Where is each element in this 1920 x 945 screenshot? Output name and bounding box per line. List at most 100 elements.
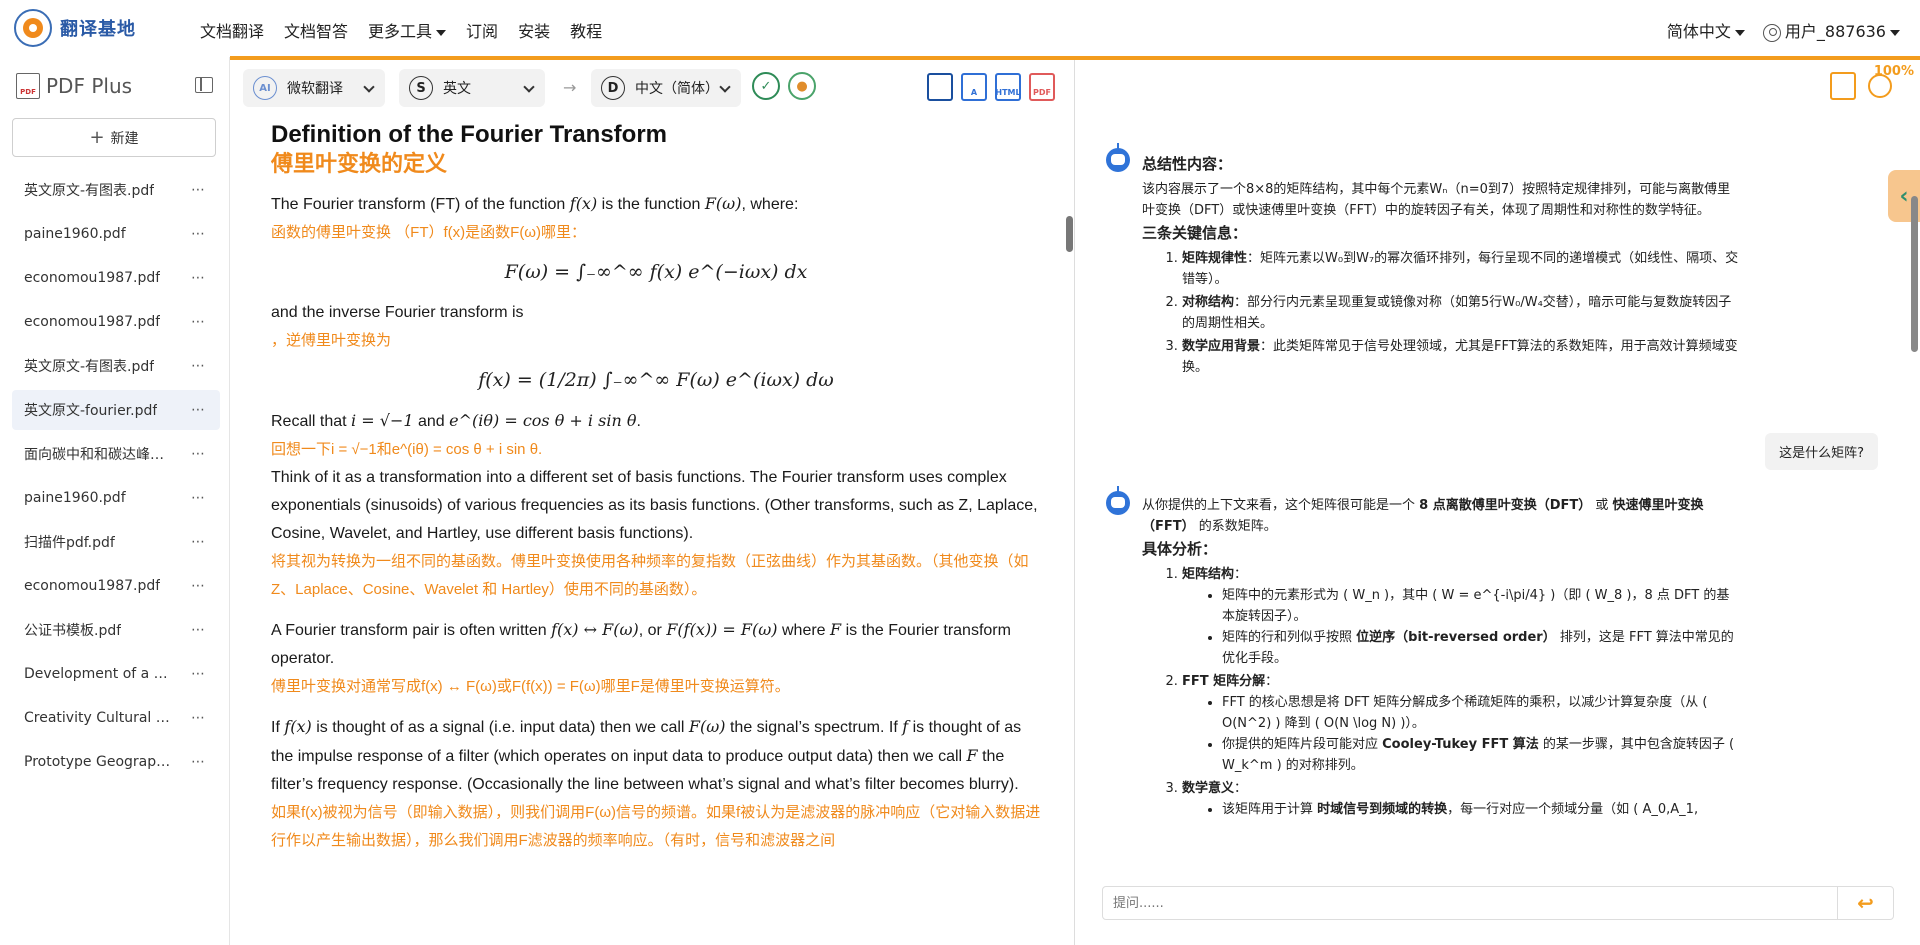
analysis-list: 矩阵结构： 矩阵中的元素形式为 ( W_n )，其中 ( W = e^{-i\p… [1182, 564, 1742, 820]
bold-text: 数学意义 [1182, 781, 1235, 796]
more-options-icon[interactable]: ⋯ [191, 534, 206, 550]
list-item: 对称结构：部分行内元素呈现重复或镜像对称（如第5行W₀/W₄交替），暗示可能与复… [1182, 292, 1742, 334]
list-item: 数学应用背景：此类矩阵常见于信号处理领域，尤其是FFT算法的系数矩阵，用于高效计… [1182, 336, 1742, 378]
nav-more-tools[interactable]: 更多工具 [368, 18, 447, 42]
translate-view-icon[interactable]: A [961, 73, 987, 101]
language-selector[interactable]: 简体中文 [1667, 18, 1745, 42]
file-name: Creativity Cultural Ca… [24, 710, 174, 726]
caret-down-icon [1734, 29, 1745, 36]
brand-logo[interactable]: 翻译基地 [14, 9, 136, 47]
more-options-icon[interactable]: ⋯ [191, 578, 206, 594]
more-options-icon[interactable]: ⋯ [191, 710, 206, 726]
save-icon[interactable] [927, 73, 953, 101]
more-options-icon[interactable]: ⋯ [191, 270, 206, 286]
more-options-icon[interactable]: ⋯ [191, 446, 206, 462]
html-label: HTML [995, 88, 1021, 97]
question-input[interactable] [1103, 887, 1837, 919]
text: Recall that [271, 413, 352, 430]
file-list-item[interactable]: 英文原文-有图表.pdf ⋯ [12, 170, 220, 210]
file-list-item[interactable]: paine1960.pdf ⋯ [12, 214, 220, 254]
more-options-icon[interactable]: ⋯ [191, 182, 206, 198]
text: 你提供的矩阵片段可能对应 [1222, 737, 1383, 752]
document-icon[interactable] [1830, 72, 1856, 100]
file-list-item[interactable]: 扫描件pdf.pdf ⋯ [12, 522, 220, 562]
paragraph-en: The Fourier transform (FT) of the functi… [271, 190, 1041, 219]
file-list-item[interactable]: economou1987.pdf ⋯ [12, 566, 220, 606]
nav-doc-qa[interactable]: 文档智答 [284, 18, 348, 42]
file-list-item[interactable]: 公证书模板.pdf ⋯ [12, 610, 220, 650]
chat-panel: 100% ‹ 总结性内容： 该内容展示了一个8×8的矩阵结构，其中每个元素Wₙ（… [1076, 60, 1920, 945]
collapse-sidebar-icon[interactable] [195, 77, 213, 93]
send-icon: ↩ [1857, 891, 1874, 915]
file-list-item[interactable]: Prototype Geographi… ⋯ [12, 742, 220, 782]
more-options-icon[interactable]: ⋯ [191, 358, 206, 374]
paragraph-zh: 将其视为转换为一组不同的基函数。傅里叶变换使用各种频率的复指数（正弦曲线）作为其… [271, 553, 1029, 598]
file-list-item[interactable]: 面向碳中和和碳达峰… ⋯ [12, 434, 220, 474]
file-list-item[interactable]: 英文原文-有图表.pdf ⋯ [12, 346, 220, 386]
file-list-item[interactable]: Creativity Cultural Ca… ⋯ [12, 698, 220, 738]
more-options-icon[interactable]: ⋯ [191, 754, 206, 770]
more-options-icon[interactable]: ⋯ [191, 402, 206, 418]
export-pdf-icon[interactable]: PDF [1029, 73, 1055, 101]
more-options-icon[interactable]: ⋯ [191, 314, 206, 330]
user-name: 用户_887636 [1784, 22, 1886, 41]
file-list-item[interactable]: economou1987.pdf ⋯ [12, 258, 220, 298]
text: If [271, 719, 285, 736]
new-button[interactable]: + 新建 [12, 118, 216, 157]
paragraph-en: and the inverse Fourier transform is [271, 304, 524, 321]
bold-text: 位逆序（bit-reversed order） [1356, 630, 1556, 645]
file-name: paine1960.pdf [24, 490, 126, 506]
file-list-item[interactable]: Development of a W… ⋯ [12, 654, 220, 694]
nav-install[interactable]: 安装 [518, 18, 550, 42]
engine-select[interactable]: AI 微软翻译 [243, 69, 385, 107]
send-button[interactable]: ↩ [1837, 887, 1893, 919]
target-language-select[interactable]: D 中文（简体） [591, 69, 741, 107]
file-list-item[interactable]: 英文原文-fourier.pdf ⋯ [12, 390, 220, 430]
scrollbar-thumb[interactable] [1066, 216, 1073, 252]
nav-doc-translate[interactable]: 文档翻译 [200, 18, 264, 42]
nav-tutorial[interactable]: 教程 [570, 18, 602, 42]
chat-scrollbar[interactable] [1908, 120, 1920, 920]
file-list-item[interactable]: paine1960.pdf ⋯ [12, 478, 220, 518]
math: F(ω) [688, 717, 726, 736]
more-options-icon[interactable]: ⋯ [191, 622, 206, 638]
paragraph-en: Think of it as a transformation into a d… [271, 469, 1038, 542]
list-item: 矩阵中的元素形式为 ( W_n )，其中 ( W = e^{-i\pi/4} )… [1222, 585, 1742, 627]
paragraph-zh: ，逆傅里叶变换为 [271, 332, 392, 349]
user-menu[interactable]: 用户_887636 [1762, 18, 1900, 42]
bold-text: 对称结构 [1182, 295, 1235, 310]
source-language-label: 英文 [443, 81, 471, 97]
math: f(x) ↔ F(ω) [551, 620, 639, 639]
text: and [413, 413, 450, 430]
text: ：此类矩阵常见于信号处理领域，尤其是FFT算法的系数矩阵，用于高效计算频域变换。 [1182, 339, 1738, 375]
doc-title-zh: 傅里叶变换的定义 [271, 151, 448, 176]
text: ： [1234, 567, 1248, 582]
chevron-down-icon [719, 81, 731, 93]
sidebar-title: PDF Plus [46, 74, 133, 98]
nav-subscribe[interactable]: 订阅 [466, 18, 498, 42]
file-name: 扫描件pdf.pdf [24, 535, 115, 551]
new-button-label: 新建 [110, 130, 139, 147]
export-html-icon[interactable]: HTML [995, 73, 1021, 101]
more-options-icon[interactable]: ⋯ [191, 226, 206, 242]
sub-list: 矩阵中的元素形式为 ( W_n )，其中 ( W = e^{-i\pi/4} )… [1222, 585, 1742, 669]
scrollbar-thumb[interactable] [1911, 196, 1918, 352]
document-scrollbar[interactable] [1063, 120, 1075, 945]
file-list-item[interactable]: economou1987.pdf ⋯ [12, 302, 220, 342]
arrow-right-icon: → [563, 78, 577, 97]
bot-avatar-icon [1106, 486, 1130, 515]
key-info-heading: 三条关键信息： [1142, 224, 1248, 242]
math: F(f(x)) = F(ω) [666, 620, 778, 639]
check-icon[interactable]: ✓ [752, 72, 780, 100]
file-name: economou1987.pdf [24, 270, 161, 286]
paragraph-zh: 回想一下i = √−1和e^(iθ) = cos θ + i sin θ. [271, 441, 543, 458]
more-options-icon[interactable]: ⋯ [191, 490, 206, 506]
list-item: 该矩阵用于计算 时域信号到频域的转换，每一行对应一个频域分量（如 ( A_0,A… [1222, 799, 1742, 820]
file-name: 公证书模板.pdf [24, 623, 122, 639]
more-options-icon[interactable]: ⋯ [191, 666, 206, 682]
summary-text: 该内容展示了一个8×8的矩阵结构，其中每个元素Wₙ（n=0到7）按照特定规律排列… [1142, 182, 1731, 218]
math: i = √−1 [351, 411, 414, 430]
paragraph-zh: 如果f(x)被视为信号（即输入数据），则我们调用F(ω)信号的频谱。如果f被认为… [271, 804, 1041, 849]
users-icon[interactable]: ● [788, 72, 816, 100]
source-language-select[interactable]: S 英文 [399, 69, 545, 107]
